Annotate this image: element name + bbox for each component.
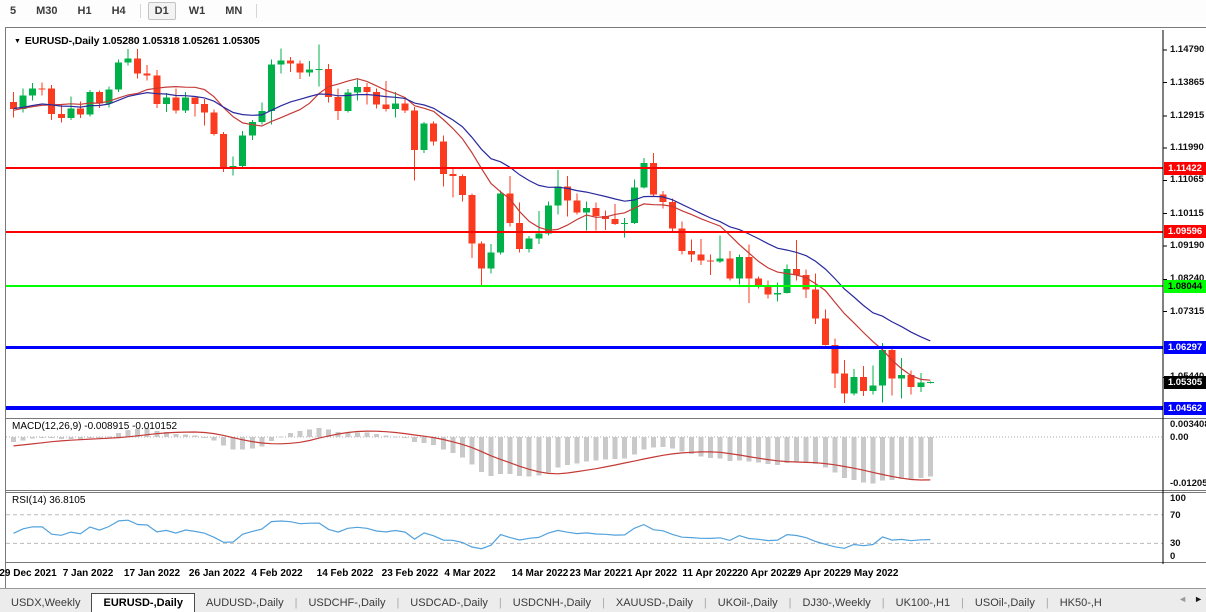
date-label: 17 Jan 2022 bbox=[124, 568, 180, 579]
chart-tab-eurusd[interactable]: EURUSD-,Daily bbox=[91, 593, 194, 612]
price-badge: 1.11422 bbox=[1164, 162, 1206, 175]
date-label: 1 Apr 2022 bbox=[627, 568, 677, 579]
rsi-tick-label: 70 bbox=[1170, 510, 1181, 521]
rsi-tick-label: 100 bbox=[1170, 493, 1186, 504]
chart-tab-bar: USDX,WeeklyEURUSD-,DailyAUDUSD-,Daily|US… bbox=[0, 588, 1206, 612]
chart-tab-xauusd[interactable]: XAUUSD-,Daily bbox=[605, 594, 704, 612]
chart-tab-usdcad[interactable]: USDCAD-,Daily bbox=[399, 594, 499, 612]
price-badge: 1.06297 bbox=[1164, 341, 1206, 354]
date-label: 7 Jan 2022 bbox=[63, 568, 114, 579]
date-label: 14 Feb 2022 bbox=[317, 568, 374, 579]
chart-dropdown-icon[interactable]: ▼ bbox=[14, 38, 21, 45]
timeframe-toolbar: 5 M30 H1 H4 D1 W1 MN bbox=[0, 0, 1206, 22]
date-label: 29 Apr 2022 bbox=[790, 568, 846, 579]
macd-indicator-label: MACD(12,26,9) -0.008915 -0.010152 bbox=[12, 421, 177, 432]
macd-tick-label: -0.01205 bbox=[1170, 478, 1206, 489]
timeframe-button-mn[interactable]: MN bbox=[218, 2, 249, 20]
chart-tab-usdcnh[interactable]: USDCNH-,Daily bbox=[502, 594, 602, 612]
date-label: 26 Jan 2022 bbox=[189, 568, 245, 579]
timeframe-button-h1[interactable]: H1 bbox=[71, 2, 99, 20]
timeframe-button-5[interactable]: 5 bbox=[3, 2, 23, 20]
price-tick-label: 1.12915 bbox=[1170, 110, 1204, 121]
chart-tab-uk100[interactable]: UK100-,H1 bbox=[885, 594, 961, 612]
rsi-tick-label: 30 bbox=[1170, 538, 1181, 549]
timeframe-button-w1[interactable]: W1 bbox=[182, 2, 213, 20]
date-label: 23 Feb 2022 bbox=[382, 568, 439, 579]
chart-tab-usdx[interactable]: USDX,Weekly bbox=[0, 594, 91, 612]
price-tick-label: 1.09190 bbox=[1170, 240, 1204, 251]
timeframe-button-m30[interactable]: M30 bbox=[29, 2, 64, 20]
price-tick-label: 1.07315 bbox=[1170, 306, 1204, 317]
date-label: 4 Feb 2022 bbox=[251, 568, 302, 579]
macd-tick-label: 0.003408 bbox=[1170, 419, 1206, 430]
price-badge: 1.09596 bbox=[1164, 225, 1206, 238]
date-label: 20 Apr 2022 bbox=[737, 568, 793, 579]
tab-scroll-arrows: ◄ ► bbox=[1178, 594, 1203, 604]
chart-window: ▼ EURUSD-,Daily 1.05280 1.05318 1.05261 1… bbox=[5, 27, 1206, 589]
price-tick-label: 1.11990 bbox=[1170, 142, 1204, 153]
rsi-tick-label: 0 bbox=[1170, 551, 1175, 562]
date-label: 29 Dec 2021 bbox=[0, 568, 57, 579]
toolbar-separator bbox=[256, 4, 257, 18]
chart-symbol-label: EURUSD-,Daily bbox=[25, 35, 100, 47]
chart-title: ▼ EURUSD-,Daily 1.05280 1.05318 1.05261 1… bbox=[14, 35, 260, 47]
date-label: 9 May 2022 bbox=[846, 568, 899, 579]
price-tick-label: 1.10115 bbox=[1170, 208, 1204, 219]
timeframe-button-d1[interactable]: D1 bbox=[148, 2, 176, 20]
chart-tab-ukoil[interactable]: UKOil-,Daily bbox=[707, 594, 789, 612]
tab-scroll-right-icon[interactable]: ► bbox=[1194, 594, 1203, 604]
price-badge: 1.08044 bbox=[1164, 280, 1206, 293]
chart-tab-usoil[interactable]: USOil-,Daily bbox=[964, 594, 1046, 612]
price-tick-label: 1.14790 bbox=[1170, 44, 1204, 55]
chart-tab-audusd[interactable]: AUDUSD-,Daily bbox=[195, 594, 295, 612]
macd-tick-label: 0.00 bbox=[1170, 432, 1189, 443]
price-tick-label: 1.13865 bbox=[1170, 77, 1204, 88]
rsi-indicator-label: RSI(14) 36.8105 bbox=[12, 495, 85, 506]
price-tick-label: 1.11065 bbox=[1170, 174, 1204, 185]
chart-tab-hk50[interactable]: HK50-,H bbox=[1049, 594, 1113, 612]
tab-scroll-left-icon[interactable]: ◄ bbox=[1178, 594, 1187, 604]
date-label: 23 Mar 2022 bbox=[570, 568, 627, 579]
chart-tab-dj30[interactable]: DJ30-,Weekly bbox=[792, 594, 882, 612]
date-label: 14 Mar 2022 bbox=[512, 568, 569, 579]
timeframe-button-h4[interactable]: H4 bbox=[105, 2, 133, 20]
date-label: 4 Mar 2022 bbox=[444, 568, 495, 579]
price-badge: 1.04562 bbox=[1164, 402, 1206, 415]
price-badge: 1.05305 bbox=[1164, 376, 1206, 389]
mt4-window: 5 M30 H1 H4 D1 W1 MN ▼ EURUSD-,Daily 1.05280 1.… bbox=[0, 0, 1206, 612]
chart-ohlc-values: 1.05280 1.05318 1.05261 1.05305 bbox=[102, 35, 259, 47]
chart-tab-usdchf[interactable]: USDCHF-,Daily bbox=[297, 594, 396, 612]
date-label: 11 Apr 2022 bbox=[682, 568, 737, 579]
toolbar-separator bbox=[140, 4, 141, 18]
price-chart-canvas[interactable] bbox=[6, 30, 1206, 564]
